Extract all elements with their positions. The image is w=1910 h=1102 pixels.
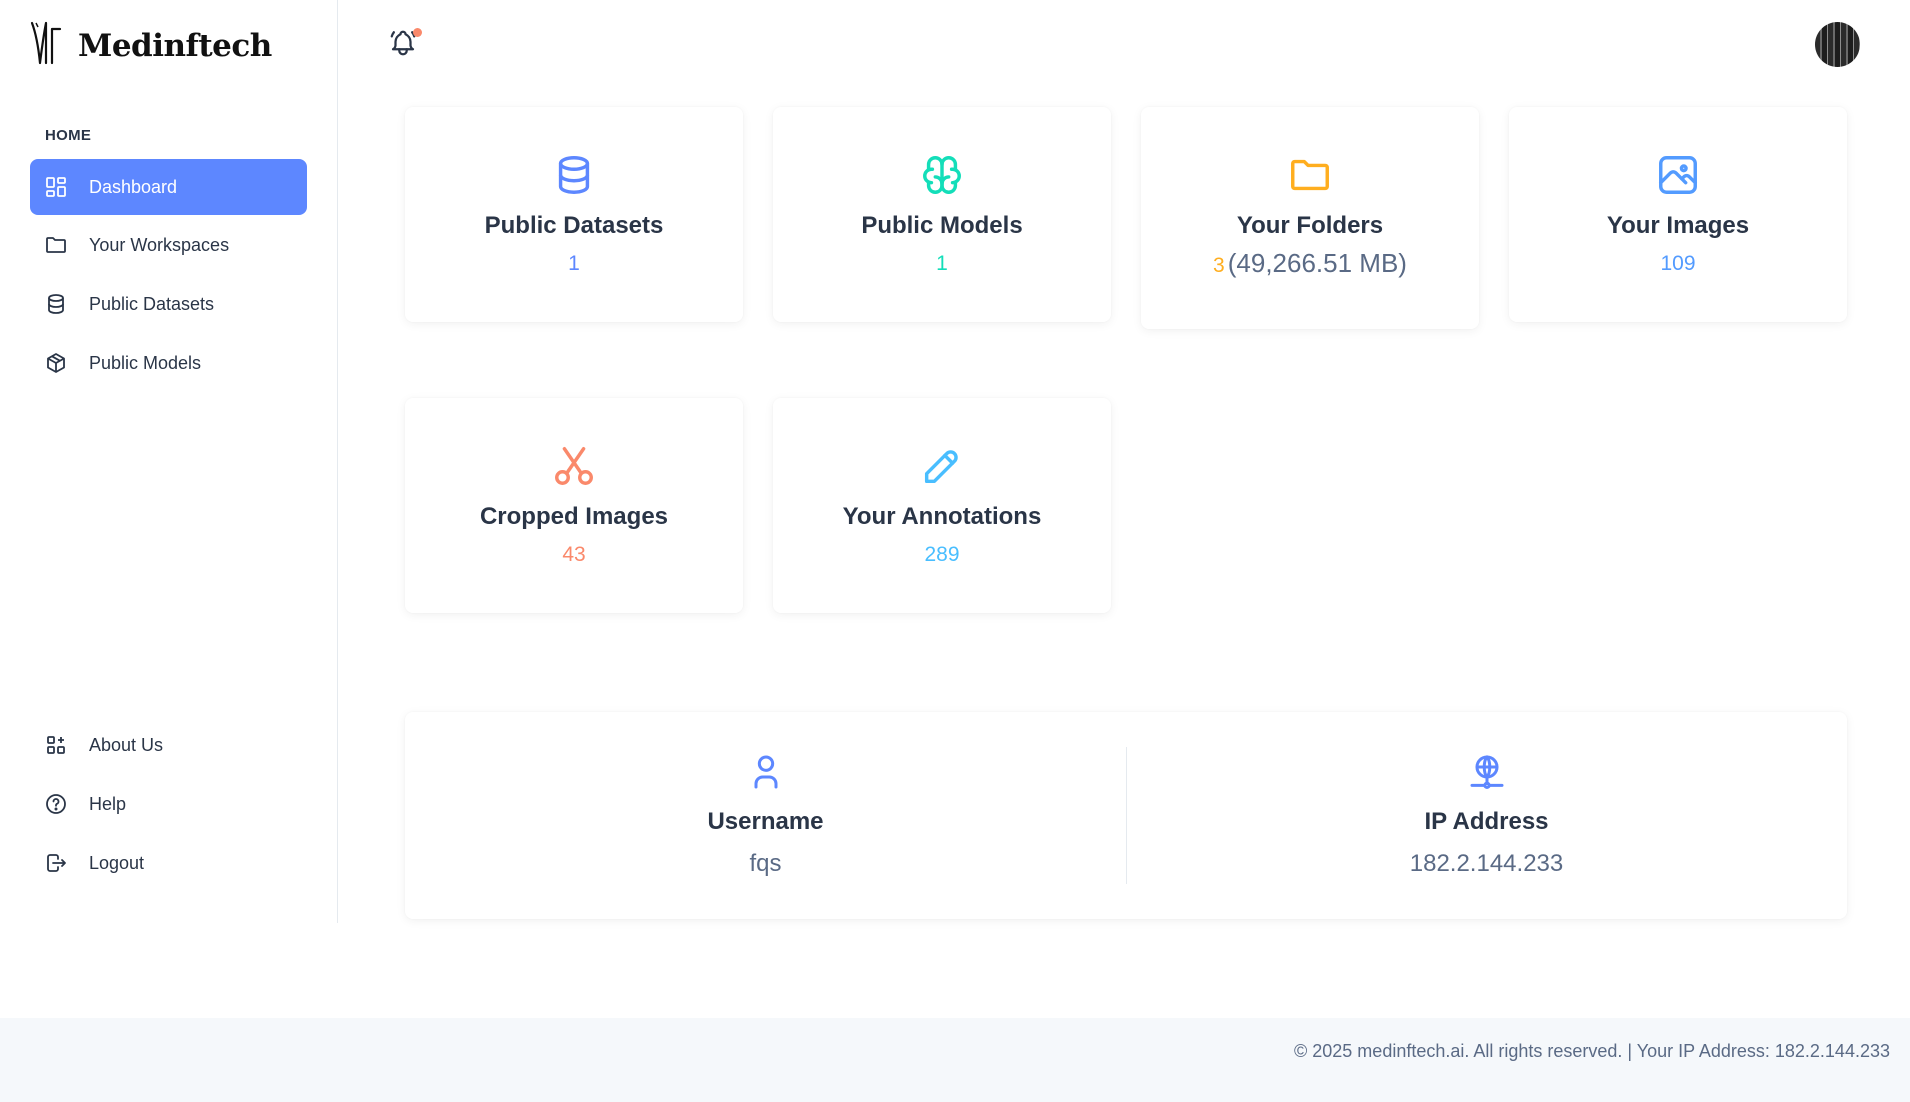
sidebar-item-logout[interactable]: Logout	[30, 835, 307, 891]
stat-title: Cropped Images	[479, 503, 669, 530]
database-icon	[558, 156, 590, 194]
stat-value: 43	[562, 543, 586, 566]
stat-card-your-images[interactable]: Your Images 109	[1509, 107, 1847, 322]
sidebar-item-public-models[interactable]: Public Models	[30, 335, 307, 391]
footer-copyright: © 2025 medinftech.ai. All rights reserve…	[1294, 1041, 1890, 1061]
stat-card-cropped-images[interactable]: Cropped Images 43	[405, 398, 743, 613]
sidebar-item-dashboard[interactable]: Dashboard	[30, 159, 307, 215]
ip-value: 182.2.144.233	[1409, 850, 1564, 877]
user-info-panel: Username fqs IP Address 182.2.144.233	[405, 712, 1847, 919]
sidebar-item-label: About Us	[89, 734, 164, 755]
notification-dot	[413, 28, 422, 37]
logout-icon	[47, 854, 66, 872]
username-label: Username	[707, 808, 824, 835]
stat-title: Public Datasets	[484, 212, 664, 239]
stat-title: Public Models	[861, 212, 1023, 239]
stat-card-public-datasets[interactable]: Public Datasets 1	[405, 107, 743, 322]
stat-value: 109	[1660, 252, 1696, 275]
ip-section: IP Address 182.2.144.233	[1126, 712, 1847, 919]
scissors-icon	[555, 447, 593, 485]
stat-card-your-annotations[interactable]: Your Annotations 289	[773, 398, 1111, 613]
stat-title: Your Folders	[1236, 212, 1384, 239]
brand-name: Medinftech	[78, 28, 272, 64]
brain-icon	[923, 156, 961, 194]
avatar[interactable]	[1815, 22, 1860, 67]
sidebar-item-label: Logout	[89, 852, 145, 873]
sidebar-item-about-us[interactable]: About Us	[30, 717, 307, 773]
stat-title: Your Annotations	[842, 503, 1042, 530]
pencil-icon	[924, 450, 958, 484]
sidebar-item-label: Dashboard	[89, 176, 178, 197]
sidebar-item-label: Help	[89, 793, 127, 814]
dashboard-icon	[46, 177, 66, 197]
photo-icon	[1659, 156, 1697, 194]
stat-value: 1	[936, 252, 948, 275]
stat-folder-size: (49,266.51 MB)	[1227, 248, 1407, 278]
cube-icon	[47, 353, 65, 373]
stat-card-your-folders[interactable]: Your Folders 3 (49,266.51 MB)	[1141, 107, 1479, 329]
sidebar-item-label: Public Datasets	[89, 293, 215, 314]
stat-value: 289	[924, 543, 960, 566]
username-section: Username fqs	[405, 712, 1126, 919]
sidebar-item-workspaces[interactable]: Your Workspaces	[30, 217, 307, 273]
sidebar-item-help[interactable]: Help	[30, 776, 307, 832]
stat-title: Your Images	[1606, 212, 1750, 239]
folder-icon	[46, 237, 66, 253]
sidebar: Medinftech HOME Dashboard Your Workspace…	[0, 0, 338, 923]
sidebar-item-label: Public Models	[89, 352, 202, 373]
folder-icon	[1291, 159, 1329, 191]
footer: © 2025 medinftech.ai. All rights reserve…	[0, 1018, 1910, 1102]
sidebar-item-public-datasets[interactable]: Public Datasets	[30, 276, 307, 332]
username-value: fqs	[749, 850, 782, 877]
database-icon	[48, 294, 64, 314]
logo-mark-icon	[30, 21, 62, 65]
sidebar-item-label: Your Workspaces	[89, 234, 230, 255]
apps-icon	[47, 736, 65, 754]
ip-label: IP Address	[1424, 808, 1549, 835]
user-icon	[754, 755, 777, 789]
nav-heading-home: HOME	[45, 127, 92, 144]
help-circle-icon	[46, 794, 66, 814]
stat-value: 3	[1213, 254, 1225, 277]
stat-card-public-models[interactable]: Public Models 1	[773, 107, 1111, 322]
network-globe-icon	[1470, 755, 1503, 790]
stat-value: 1	[568, 252, 580, 275]
stat-value-row: 3 (49,266.51 MB)	[1213, 248, 1407, 279]
brand-logo[interactable]: Medinftech	[30, 18, 272, 68]
